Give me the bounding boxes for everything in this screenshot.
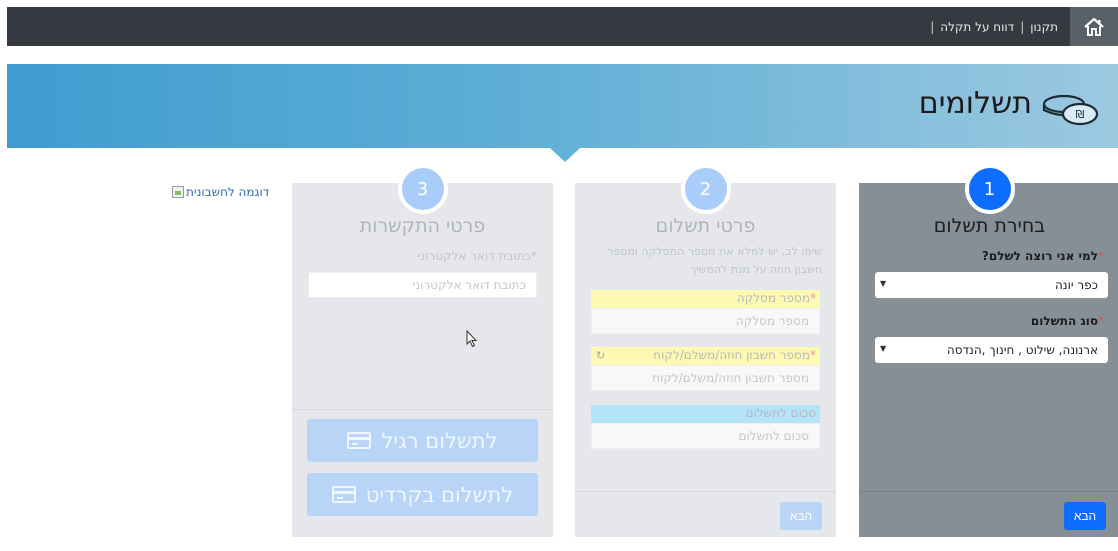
broken-image-icon — [172, 186, 184, 198]
required-mark: * — [1098, 314, 1104, 328]
step2-panel: 2 פרטי תשלום שימו לב, יש למלא את מספר המ… — [575, 164, 836, 537]
step3-title: פרטי התקשרות — [359, 215, 486, 237]
example-invoice-text: דוגמה לחשבונית — [186, 185, 270, 199]
step3-panel: 3 פרטי התקשרות *כתובת דואר אלקטרוני כתוב… — [292, 164, 553, 537]
required-mark: * — [810, 348, 816, 362]
report-issue-link[interactable]: דווח על תקלה — [936, 20, 1018, 34]
top-links: תקנון | דווח על תקלה | — [928, 7, 1062, 46]
clearing-label: *מספר מסלקה — [591, 290, 820, 308]
amount-label: סכום לתשלום — [591, 405, 820, 423]
amount-placeholder: סכום לתשלום — [738, 429, 809, 443]
step2-next-button[interactable]: הבא — [780, 502, 822, 530]
separator: | — [930, 19, 935, 34]
home-icon — [1084, 17, 1104, 36]
svg-text:₪: ₪ — [1076, 108, 1085, 121]
clearing-label-text: מספר מסלקה — [736, 291, 810, 305]
terms-link[interactable]: תקנון — [1026, 20, 1062, 34]
email-label: *כתובת דואר אלקטרוני — [418, 249, 537, 263]
step1-footer: הבא — [859, 491, 1118, 537]
payment-type-label-text: סוג התשלום — [1030, 314, 1098, 328]
caret-down-icon: ▼ — [880, 279, 887, 288]
refresh-icon[interactable]: ↻ — [596, 349, 605, 362]
step2-number: 2 — [680, 164, 731, 214]
separator: | — [1020, 19, 1025, 34]
banner-notch — [550, 148, 580, 162]
credit-payment-label: לתשלום בקרדיט — [365, 482, 514, 507]
step3-number: 3 — [397, 164, 448, 214]
mouse-cursor-icon — [466, 330, 478, 348]
payer-label: *למי אני רוצה לשלם? — [982, 249, 1104, 263]
account-label: *מספר חשבון חוזה/משלם/לקוח ↻ — [591, 347, 820, 365]
coins-icon: ₪ — [1042, 94, 1099, 126]
step2-title: פרטי תשלום — [655, 215, 756, 237]
clearing-placeholder: מספר מסלקה — [735, 314, 809, 328]
payer-select-value: כפר יונה — [1054, 278, 1098, 292]
step3-footer: לתשלום רגיל לתשלום בקרדיט — [292, 409, 553, 537]
required-mark: * — [531, 249, 537, 263]
step2-footer: הבא — [575, 491, 836, 537]
step1-next-button[interactable]: הבא — [1064, 502, 1106, 530]
payer-select[interactable]: כפר יונה ▼ — [875, 272, 1108, 298]
account-label-text: מספר חשבון חוזה/משלם/לקוח — [653, 348, 810, 362]
payer-label-text: למי אני רוצה לשלם? — [981, 249, 1098, 263]
step1-title: בחירת תשלום — [933, 215, 1046, 237]
regular-payment-label: לתשלום רגיל — [381, 428, 498, 453]
credit-card-icon — [347, 432, 372, 449]
required-mark: * — [1098, 249, 1104, 263]
account-input[interactable]: מספר חשבון חוזה/משלם/לקוח — [591, 365, 820, 391]
step1-panel: 1 בחירת תשלום *למי אני רוצה לשלם? כפר יו… — [859, 164, 1118, 537]
step2-note: שימו לב, יש למלא את מספר המסלקה ומספר חש… — [607, 245, 822, 276]
regular-payment-button[interactable]: לתשלום רגיל — [307, 419, 538, 462]
email-label-text: כתובת דואר אלקטרוני — [417, 249, 531, 263]
caret-down-icon: ▼ — [880, 344, 887, 353]
amount-label-text: סכום לתשלום — [745, 406, 816, 420]
page-banner: תשלומים ₪ — [7, 64, 1118, 148]
required-mark: * — [810, 291, 816, 305]
amount-input[interactable]: סכום לתשלום — [591, 423, 820, 449]
page-title: תשלומים — [918, 86, 1032, 121]
account-placeholder: מספר חשבון חוזה/משלם/לקוח — [652, 371, 809, 385]
credit-payment-button[interactable]: לתשלום בקרדיט — [307, 473, 538, 516]
credit-card-icon — [331, 486, 356, 503]
step1-number: 1 — [964, 164, 1015, 214]
home-button[interactable] — [1070, 7, 1118, 46]
top-navbar: תקנון | דווח על תקלה | — [7, 7, 1118, 46]
email-placeholder: כתובת דואר אלקטרוני — [412, 278, 526, 292]
payment-type-select[interactable]: ארנונה, שילוט , חינוך ,הנדסה ▼ — [875, 337, 1108, 363]
payment-type-label: *סוג התשלום — [1031, 314, 1104, 328]
example-invoice-link[interactable]: דוגמה לחשבונית — [172, 185, 269, 199]
clearing-input[interactable]: מספר מסלקה — [591, 308, 820, 334]
payment-type-select-value: ארנונה, שילוט , חינוך ,הנדסה — [946, 343, 1098, 357]
email-input[interactable]: כתובת דואר אלקטרוני — [308, 272, 537, 298]
